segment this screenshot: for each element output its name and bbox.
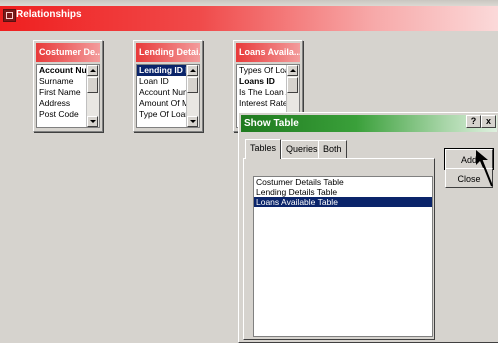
field-item[interactable]: Address xyxy=(37,98,86,109)
table-title[interactable]: Lending Detai... xyxy=(136,43,200,62)
tab-both[interactable]: Both xyxy=(318,140,347,158)
field-item[interactable]: Post Code xyxy=(37,109,86,120)
help-button[interactable]: ? xyxy=(466,115,481,128)
scroll-up-icon[interactable] xyxy=(87,65,98,76)
tab-queries[interactable]: Queries xyxy=(281,140,323,158)
field-item[interactable]: Loan ID xyxy=(137,76,186,87)
scroll-up-icon[interactable] xyxy=(287,65,298,76)
table-title[interactable]: Loans Availa... xyxy=(236,43,300,62)
field-list[interactable]: Account Numl Surname First Name Address … xyxy=(36,64,100,128)
scroll-up-icon[interactable] xyxy=(187,65,198,76)
dialog-title: Show Table xyxy=(244,118,299,129)
field-item[interactable]: Surname xyxy=(37,76,86,87)
list-item[interactable]: Lending Details Table xyxy=(254,187,432,197)
field-item[interactable]: Type Of Loan xyxy=(137,109,186,120)
scroll-down-icon[interactable] xyxy=(187,116,198,127)
field-item[interactable]: Amount Of Mc xyxy=(137,98,186,109)
relationships-icon[interactable] xyxy=(3,9,16,22)
scroll-down-icon[interactable] xyxy=(87,116,98,127)
tables-tab-panel: Costumer Details Table Lending Details T… xyxy=(243,158,435,340)
show-table-dialog[interactable]: Show Table ? x Tables Queries Both Costu… xyxy=(238,112,498,343)
window-title: Relationships xyxy=(16,9,82,20)
list-item[interactable]: Loans Available Table xyxy=(254,197,432,207)
dialog-title-bar[interactable]: Show Table xyxy=(241,115,497,132)
field-item[interactable]: Is The Loan A xyxy=(237,87,286,98)
table-costumer-details[interactable]: Costumer De... Account Numl Surname Firs… xyxy=(33,40,103,132)
field-item[interactable]: Loans ID xyxy=(237,76,286,87)
field-list[interactable]: Lending ID Nu Loan ID Account Numb Amoun… xyxy=(136,64,200,128)
field-item[interactable]: Types Of Loar xyxy=(237,65,286,76)
table-title[interactable]: Costumer De... xyxy=(36,43,100,62)
field-item[interactable]: Account Numl xyxy=(37,65,86,76)
scroll-thumb[interactable] xyxy=(187,77,198,93)
table-listbox[interactable]: Costumer Details Table Lending Details T… xyxy=(253,176,433,337)
list-item[interactable]: Costumer Details Table xyxy=(254,177,432,187)
tab-tables[interactable]: Tables xyxy=(245,139,282,159)
field-item[interactable]: First Name xyxy=(37,87,86,98)
field-item[interactable]: Account Numb xyxy=(137,87,186,98)
relationships-title-bar[interactable]: Relationships xyxy=(0,6,498,31)
field-item[interactable]: Interest Rate xyxy=(237,98,286,109)
field-list-scrollbar[interactable] xyxy=(86,65,99,127)
field-item[interactable]: Lending ID Nu xyxy=(137,65,186,76)
scroll-thumb[interactable] xyxy=(87,77,98,93)
mouse-pointer-icon xyxy=(476,150,493,187)
field-list-scrollbar[interactable] xyxy=(186,65,199,127)
table-lending-details[interactable]: Lending Detai... Lending ID Nu Loan ID A… xyxy=(133,40,203,132)
dialog-close-icon[interactable]: x xyxy=(481,115,496,128)
scroll-thumb[interactable] xyxy=(287,77,298,93)
